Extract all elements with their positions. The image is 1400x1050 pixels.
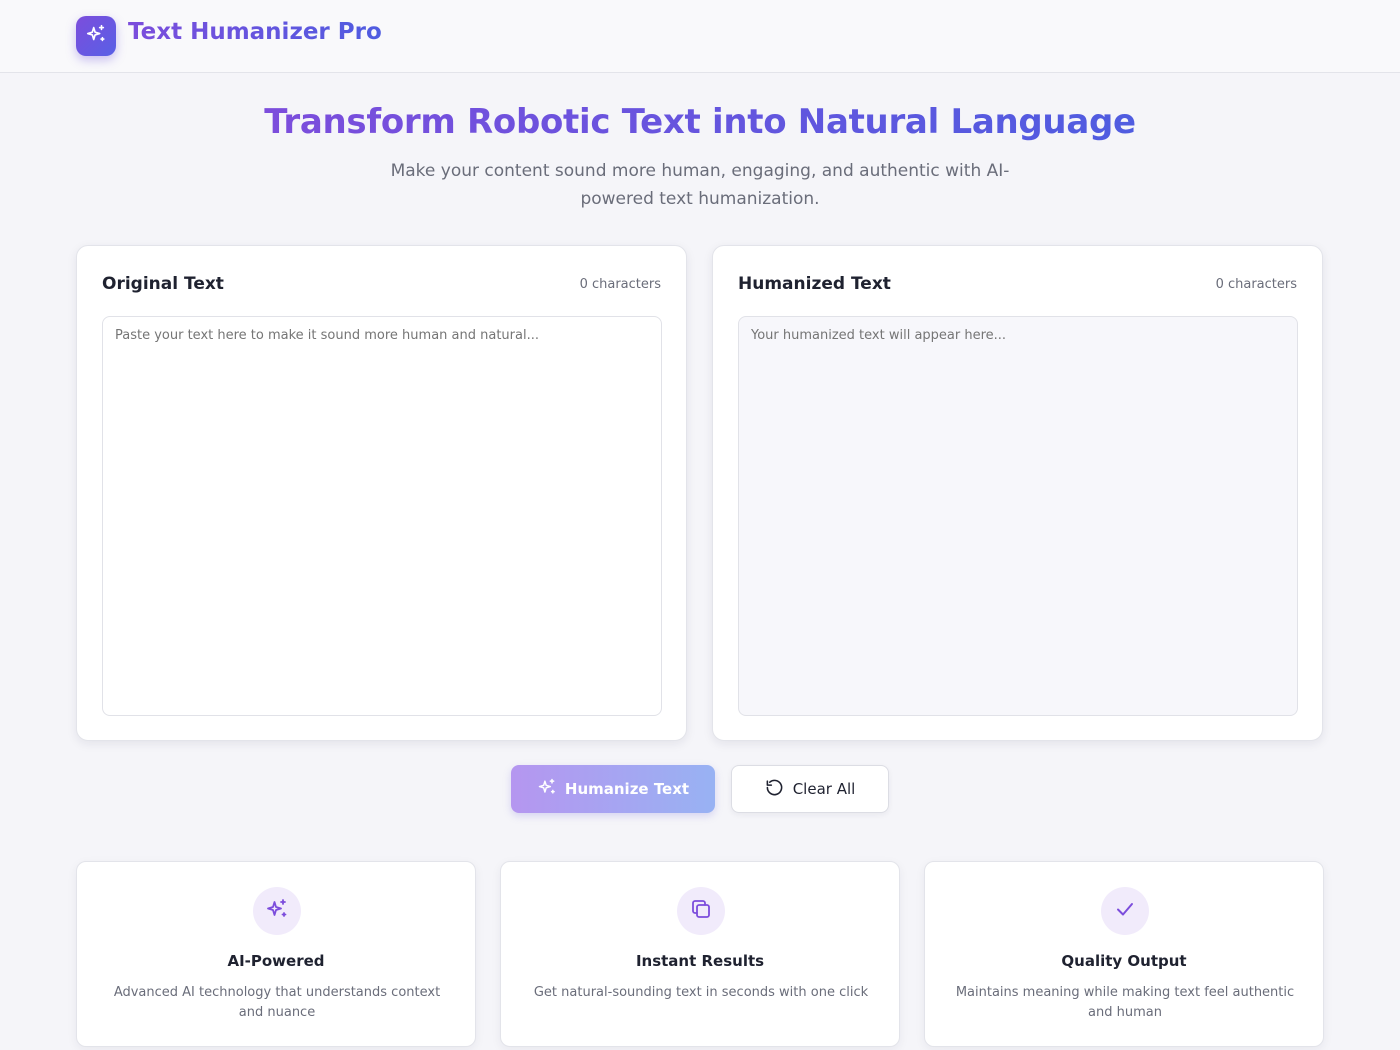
feature-card-instant-results: Instant Results Get natural-sounding tex… [500, 861, 900, 1047]
hero-title-text: Transform Robotic Text into Natural Lang… [264, 102, 1136, 142]
feature-description: Maintains meaning while making text feel… [955, 985, 1295, 1020]
feature-card-ai-powered: AI-Powered Advanced AI technology that u… [76, 861, 476, 1047]
hero-title: Transform Robotic Text into Natural Lang… [0, 102, 1400, 142]
copy-icon [689, 897, 713, 925]
humanize-button[interactable]: Humanize Text [511, 765, 715, 813]
humanized-char-count: 0 characters [1215, 277, 1297, 292]
sparkles-icon [537, 777, 557, 801]
feature-description: Advanced AI technology that understands … [113, 985, 441, 1020]
clear-all-button[interactable]: Clear All [731, 765, 889, 813]
app-title: Text Humanizer Pro [128, 19, 382, 45]
feature-title: Quality Output [1061, 952, 1187, 970]
humanized-text-panel: Humanized Text 0 characters [712, 245, 1323, 741]
feature-icon-badge [677, 887, 725, 935]
hero-subtitle: Make your content sound more human, enga… [390, 161, 1010, 209]
clear-all-label: Clear All [792, 780, 856, 798]
sparkles-icon [85, 23, 107, 49]
rotate-ccw-icon [765, 778, 784, 801]
original-text-panel: Original Text 0 characters [76, 245, 687, 741]
check-icon [1113, 897, 1137, 925]
humanized-text-output[interactable] [738, 316, 1298, 716]
feature-icon-badge [253, 887, 301, 935]
feature-card-quality-output: Quality Output Maintains meaning while m… [924, 861, 1324, 1047]
original-text-title: Original Text [102, 274, 224, 294]
original-text-input[interactable] [102, 316, 662, 716]
feature-title: AI-Powered [227, 952, 325, 970]
humanize-button-label: Humanize Text [564, 780, 690, 798]
top-header: Text Humanizer Pro [0, 0, 1400, 73]
original-char-count: 0 characters [579, 277, 661, 292]
feature-title: Instant Results [635, 952, 765, 970]
feature-description: Get natural-sounding text in seconds wit… [533, 985, 869, 1000]
feature-icon-badge [1101, 887, 1149, 935]
sparkles-icon [265, 897, 289, 925]
app-logo[interactable] [76, 16, 116, 56]
humanized-text-title: Humanized Text [738, 274, 891, 294]
